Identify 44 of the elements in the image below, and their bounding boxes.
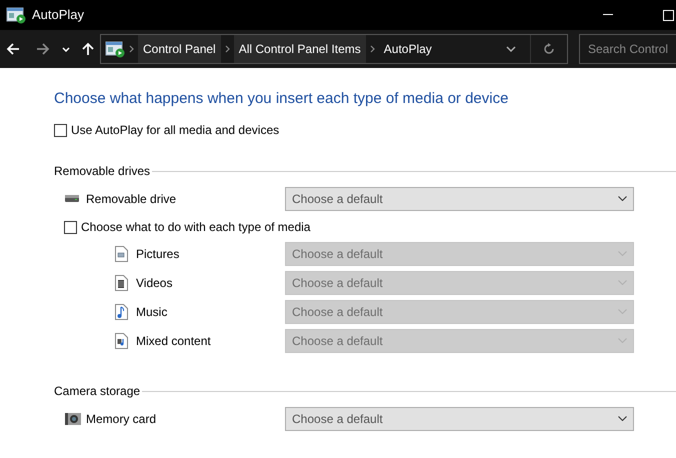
picture-file-icon <box>115 246 128 262</box>
caret-icon <box>618 280 627 285</box>
chevron-icon <box>370 45 375 53</box>
address-bar[interactable]: Control Panel All Control Panel Items AutoPlay <box>100 34 568 64</box>
camera-icon <box>65 412 81 424</box>
forward-arrow-icon[interactable] <box>36 43 50 55</box>
checkbox-option[interactable]: Use AutoPlay for all media and devices <box>54 120 676 140</box>
caret-icon <box>618 251 627 256</box>
dropdown[interactable]: Choose a default <box>285 186 634 210</box>
search-field[interactable]: Search Control <box>579 34 676 64</box>
back-arrow-icon[interactable] <box>6 43 20 55</box>
section-title: Removable drives <box>54 163 150 180</box>
page-heading: Choose what happens when you insert each type of media or device <box>54 89 510 109</box>
option-label: Removable drive <box>86 190 176 208</box>
app-icon <box>105 40 125 58</box>
music-file-icon <box>115 304 128 320</box>
refresh-icon[interactable] <box>543 43 555 55</box>
minimize-icon[interactable] <box>603 14 613 16</box>
option-label: Videos <box>136 274 172 292</box>
film-file-icon <box>115 274 128 290</box>
breadcrumb[interactable]: Control Panel <box>138 35 221 63</box>
breadcrumb[interactable]: All Control Panel Items <box>234 35 366 63</box>
caret-icon <box>618 309 627 314</box>
mixed-file-icon <box>115 332 128 348</box>
breadcrumb[interactable]: AutoPlay <box>378 35 437 63</box>
dropdown-caret-icon[interactable] <box>506 46 516 52</box>
window-title: AutoPlay <box>32 6 84 24</box>
maximize-icon[interactable] <box>663 10 674 20</box>
option-label: Memory card <box>86 410 156 428</box>
caret-icon[interactable] <box>62 46 70 52</box>
caret-icon <box>618 416 627 421</box>
chevron-icon <box>224 45 230 53</box>
app-icon <box>6 6 26 24</box>
option-label: Mixed content <box>136 332 211 350</box>
option-label: Music <box>136 304 168 320</box>
chevron-icon <box>129 45 134 53</box>
caret-icon <box>618 338 627 343</box>
option-label: Pictures <box>136 246 180 262</box>
dropdown[interactable]: Choose a default <box>285 406 634 430</box>
drive-icon <box>65 195 79 202</box>
up-arrow-icon[interactable] <box>82 42 94 56</box>
caret-icon <box>618 196 627 201</box>
checkbox-option[interactable]: Choose what to do with each type of media <box>64 217 676 237</box>
section-title: Camera storage <box>54 383 140 400</box>
